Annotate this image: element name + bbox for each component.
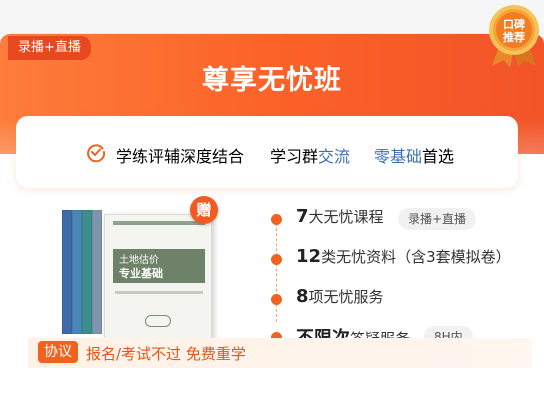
feature-zero-basis: 零基础首选 [374,143,454,167]
feature-study-group-prefix: 学习群 [270,147,319,166]
book-spine [72,210,82,334]
benefit-courses-text: 大无忧课程 [308,208,384,226]
top-strip [0,0,544,34]
book-spine [82,210,92,334]
gift-badge: 赠 [190,196,218,224]
timeline-dot [271,294,282,305]
feature-study-group: 学习群交流 [270,143,350,167]
book-cover: 土地估价 专业基础 [104,214,212,346]
feature-zero-basis-highlight: 零基础 [374,147,423,166]
book-spine [92,210,102,334]
cover-title-line2: 专业基础 [119,267,163,280]
timeline-line [276,218,277,322]
feature-study-group-highlight: 交流 [318,147,351,166]
timeline-dot [271,254,282,265]
feature-zero-basis-suffix: 首选 [422,147,455,166]
benefit-courses-count: 7 [296,206,309,227]
benefit-materials-count: 12 [296,246,322,267]
badge-line2: 推荐 [503,30,525,44]
check-circle-icon [87,144,106,162]
agreement-text: 报名/考试不过 免费重学 [86,345,246,363]
benefit-services-text: 项无忧服务 [308,288,384,306]
timeline-dot [271,214,282,225]
benefit-services: 8项无忧服务 [296,286,384,307]
benefit-materials: 12类无忧资料（含3套模拟卷） [296,246,511,267]
benefit-services-count: 8 [296,286,309,307]
course-type-tag: 录播+直播 [8,36,91,60]
benefit-courses-pill: 录播+直播 [398,208,477,230]
benefit-materials-text: 类无忧资料（含3套模拟卷） [321,248,511,266]
badge-line1: 口碑 [503,17,525,31]
agreement-tag: 协议 [38,341,78,363]
benefits-list: 7大无忧课程 录播+直播 12类无忧资料（含3套模拟卷） 8项无忧服务 不限次答… [268,202,538,352]
feature-study-practice: 学练评辅深度结合 [116,147,245,166]
cover-subtitle-bar [115,291,203,294]
course-card[interactable]: 录播+直播 尊享无忧班 学练评辅深度结合 学习群交流 零基础首选 土地估价 专业… [0,34,544,410]
cover-title-line1: 土地估价 [119,255,159,266]
agreement-bar[interactable]: 协议 报名/考试不过 免费重学 [28,338,532,368]
book-spine [62,210,72,334]
book-set-image: 土地估价 专业基础 赠 [40,194,230,346]
recommend-badge: 口碑 推荐 [489,5,539,68]
feature-panel: 学练评辅深度结合 学习群交流 零基础首选 [16,116,518,188]
course-title: 尊享无忧班 [202,65,342,96]
publisher-logo [145,315,171,327]
benefit-courses: 7大无忧课程 [296,206,384,227]
cover-top-band [113,221,205,225]
